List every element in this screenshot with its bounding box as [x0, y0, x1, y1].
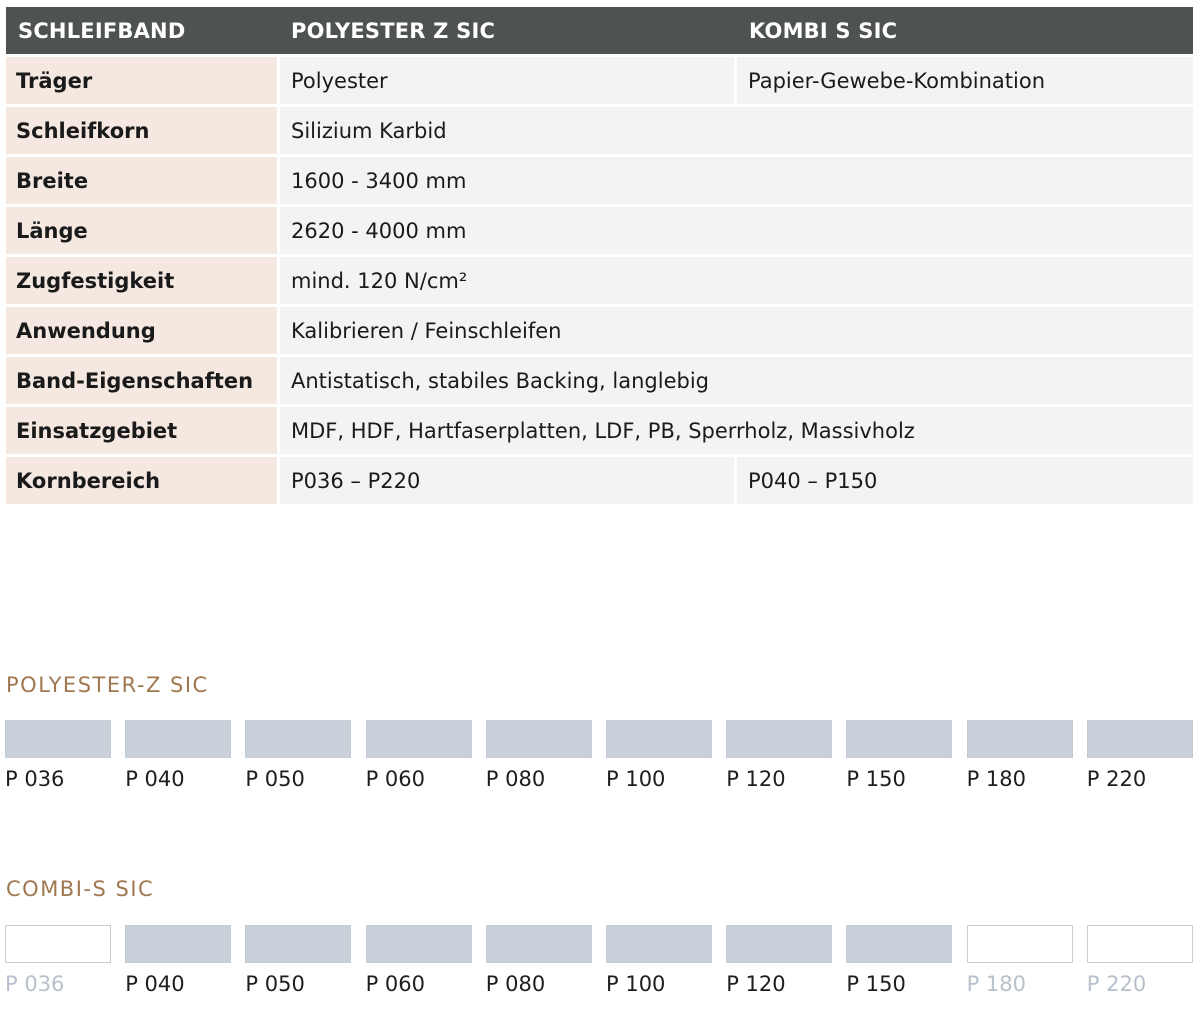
grit-label: P 100: [606, 767, 666, 791]
grit-label: P 220: [1086, 972, 1147, 996]
grit-label: P 180: [966, 767, 1027, 791]
row-label: Anwendung: [6, 307, 277, 354]
table-row: Träger Polyester Papier-Gewebe-Kombinati…: [6, 57, 1193, 104]
table-row: Einsatzgebiet MDF, HDF, Hartfaserplatten…: [6, 407, 1193, 454]
grit-label: P 036: [5, 972, 65, 996]
grit-swatch: [846, 925, 953, 963]
table-header: SCHLEIFBAND POLYESTER Z SIC KOMBI S SIC: [6, 7, 1193, 54]
grit-label: P 180: [966, 972, 1027, 996]
grit-label: P 220: [1086, 767, 1147, 791]
table-row: Kornbereich P036 – P220 P040 – P150: [6, 457, 1193, 504]
row-label: Einsatzgebiet: [6, 407, 277, 454]
header-polyester-z-sic: POLYESTER Z SIC: [291, 18, 496, 43]
grit-swatch: [125, 925, 232, 963]
grit-swatch: [606, 720, 712, 758]
row-value: mind. 120 N/cm²: [280, 257, 1193, 304]
grit-item: P 100: [606, 925, 712, 996]
grit-swatch: [606, 925, 712, 963]
table-row: Breite 1600 - 3400 mm: [6, 157, 1193, 204]
table-row: Länge 2620 - 4000 mm: [6, 207, 1193, 254]
row-value: 2620 - 4000 mm: [280, 207, 1193, 254]
grit-label: P 150: [846, 972, 906, 996]
row-value: Antistatisch, stabiles Backing, langlebi…: [280, 357, 1193, 404]
table-row: Anwendung Kalibrieren / Feinschleifen: [6, 307, 1193, 354]
grit-label: P 120: [726, 767, 786, 791]
grit-label: P 040: [125, 767, 185, 791]
grit-label: P 050: [245, 972, 305, 996]
row-label: Band-Eigenschaften: [6, 357, 277, 404]
grit-item: P 220: [1086, 925, 1193, 996]
grit-label: P 100: [606, 972, 666, 996]
grit-swatch: [1086, 925, 1193, 963]
grit-label: P 060: [365, 972, 426, 996]
grit-swatch: [365, 720, 472, 758]
grit-item: P 120: [726, 720, 833, 791]
grit-item: P 180: [966, 925, 1073, 996]
row-value-kombi: Papier-Gewebe-Kombination: [737, 57, 1193, 104]
grit-swatch: [726, 720, 833, 758]
combi-section-title: COMBI-S SIC: [6, 877, 155, 901]
grit-item: P 036: [5, 925, 111, 996]
row-value: P036 – P220: [280, 457, 734, 504]
row-label: Träger: [6, 57, 277, 104]
row-label: Länge: [6, 207, 277, 254]
grit-swatch: [5, 720, 111, 758]
grit-item: P 150: [846, 720, 953, 791]
spec-table: SCHLEIFBAND POLYESTER Z SIC KOMBI S SIC …: [6, 7, 1193, 504]
grit-item: P 060: [365, 720, 472, 791]
grit-label: P 150: [846, 767, 906, 791]
grit-item: P 220: [1086, 720, 1193, 791]
grit-swatch: [485, 720, 592, 758]
table-row: Zugfestigkeit mind. 120 N/cm²: [6, 257, 1193, 304]
row-value: Polyester: [280, 57, 734, 104]
grit-label: P 036: [5, 767, 65, 791]
grit-swatch: [726, 925, 833, 963]
grit-label: P 040: [125, 972, 185, 996]
grit-label: P 050: [245, 767, 305, 791]
grit-item: P 040: [125, 925, 232, 996]
grit-label: P 080: [485, 767, 546, 791]
grit-swatch: [1086, 720, 1193, 758]
grit-item: P 050: [245, 925, 352, 996]
table-row: Band-Eigenschaften Antistatisch, stabile…: [6, 357, 1193, 404]
row-label: Kornbereich: [6, 457, 277, 504]
grit-label: P 080: [485, 972, 546, 996]
row-value: Silizium Karbid: [280, 107, 1193, 154]
grit-item: P 040: [125, 720, 232, 791]
row-label: Schleifkorn: [6, 107, 277, 154]
grit-label: P 060: [365, 767, 426, 791]
grit-swatch: [485, 925, 592, 963]
grit-swatch: [966, 925, 1073, 963]
row-value-kombi: P040 – P150: [737, 457, 1193, 504]
grit-swatch: [245, 720, 352, 758]
grit-item: P 180: [966, 720, 1073, 791]
grit-item: P 036: [5, 720, 111, 791]
row-value: MDF, HDF, Hartfaserplatten, LDF, PB, Spe…: [280, 407, 1193, 454]
grit-item: P 060: [365, 925, 472, 996]
grit-item: P 150: [846, 925, 953, 996]
grit-swatch: [245, 925, 352, 963]
header-kombi-s-sic: KOMBI S SIC: [749, 18, 898, 43]
grit-item: P 050: [245, 720, 352, 791]
row-value: Kalibrieren / Feinschleifen: [280, 307, 1193, 354]
grit-label: P 120: [726, 972, 786, 996]
grit-swatch: [846, 720, 953, 758]
row-label: Zugfestigkeit: [6, 257, 277, 304]
header-schleifband: SCHLEIFBAND: [18, 18, 186, 43]
row-label: Breite: [6, 157, 277, 204]
table-row: Schleifkorn Silizium Karbid: [6, 107, 1193, 154]
grit-item: P 120: [726, 925, 833, 996]
grit-swatch: [365, 925, 472, 963]
grit-item: P 080: [485, 925, 592, 996]
grit-item: P 100: [606, 720, 712, 791]
polyester-section-title: POLYESTER-Z SIC: [6, 673, 209, 697]
grit-swatch: [966, 720, 1073, 758]
grit-item: P 080: [485, 720, 592, 791]
row-value: 1600 - 3400 mm: [280, 157, 1193, 204]
grit-swatch: [125, 720, 232, 758]
grit-swatch: [5, 925, 111, 963]
